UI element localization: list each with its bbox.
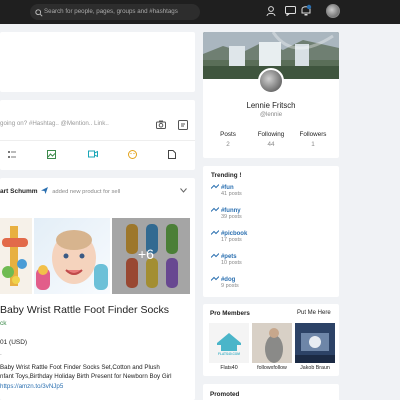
composer-input[interactable]: going on? #Hashtag.. @Mention.. Link..: [0, 120, 109, 127]
chevron-down-icon[interactable]: [180, 188, 187, 195]
member-name[interactable]: Flats40: [209, 365, 249, 371]
list-icon[interactable]: [8, 151, 16, 161]
product-description-line2: nfant Toys,Birthday Holiday Birth Presen…: [0, 373, 172, 380]
camera-icon[interactable]: [156, 120, 166, 131]
trending-count: 17 posts: [221, 237, 242, 243]
trending-icon: [210, 230, 220, 237]
post-author[interactable]: art Schumm: [0, 188, 38, 195]
profile-card: Lennie Fritsch @lennie Posts 2 Following…: [203, 32, 339, 158]
trending-item[interactable]: #funny 39 posts: [210, 207, 242, 220]
flats40-logo: [217, 333, 241, 351]
flats40-logo-text: FLATS40.COM: [218, 352, 240, 356]
search-input[interactable]: Search for people, pages, groups and #ha…: [30, 4, 200, 20]
search-icon: [35, 8, 43, 20]
trending-item[interactable]: #dog 9 posts: [210, 276, 239, 289]
price-dot: .: [0, 350, 2, 357]
trending-count: 41 posts: [221, 191, 242, 197]
chat-icon[interactable]: [285, 6, 296, 18]
trending-item[interactable]: #fun 41 posts: [210, 184, 242, 197]
trending-icon: [210, 207, 220, 214]
stat-followers[interactable]: Followers 1: [295, 131, 331, 148]
trending-item[interactable]: #picbook 17 posts: [210, 230, 247, 243]
post-card: art Schumm added new product for sell +6…: [0, 178, 195, 400]
profile-avatar[interactable]: [258, 68, 284, 94]
notifications-icon[interactable]: [300, 4, 312, 19]
product-image-more[interactable]: +6: [112, 218, 190, 294]
stat-value: 44: [267, 141, 275, 148]
post-header: art Schumm added new product for sell: [0, 187, 120, 196]
send-icon: [41, 187, 49, 196]
product-description-line1: Baby Wrist Rattle Foot Finder Socks Set,…: [0, 364, 160, 371]
avatar[interactable]: [326, 4, 340, 18]
member-followxfollow[interactable]: [252, 323, 292, 363]
top-bar: Search for people, pages, groups and #ha…: [0, 0, 400, 24]
trending-item[interactable]: #pets 10 posts: [210, 253, 242, 266]
stat-label: Following: [257, 131, 285, 138]
video-icon[interactable]: [88, 150, 98, 160]
profile-handle: @lennie: [259, 112, 283, 118]
trending-count: 9 posts: [221, 283, 239, 289]
trending-card: Trending ! #fun 41 posts #funny 39 posts…: [203, 166, 339, 297]
image-icon[interactable]: [47, 150, 56, 161]
feed-header-card: [0, 32, 195, 92]
member-name[interactable]: followxfollow: [250, 365, 294, 371]
profile-name[interactable]: Lennie Fritsch: [203, 101, 339, 110]
file-icon[interactable]: [168, 150, 176, 161]
trending-icon: [210, 276, 220, 283]
trending-icon: [210, 253, 220, 260]
trending-icon: [210, 184, 220, 191]
post-composer: going on? #Hashtag.. @Mention.. Link..: [0, 100, 195, 170]
product-price: 01 (USD): [0, 339, 28, 346]
pro-members-title: Pro Members: [210, 310, 250, 317]
stat-value: 2: [226, 141, 230, 148]
trending-count: 39 posts: [221, 214, 242, 220]
user-icon[interactable]: [266, 6, 276, 19]
product-image-baby[interactable]: [34, 218, 110, 294]
search-placeholder: Search for people, pages, groups and #ha…: [44, 8, 178, 15]
promoted-card: Promoted: [203, 384, 339, 400]
product-link[interactable]: https://amzn.to/3vNJp5: [0, 383, 63, 390]
put-me-here-link[interactable]: Put Me Here: [297, 310, 331, 316]
member-flats40[interactable]: FLATS40.COM: [209, 323, 249, 363]
promoted-title: Promoted: [210, 391, 240, 398]
product-title[interactable]: Baby Wrist Rattle Foot Finder Socks: [0, 304, 169, 316]
member-jakob-braun[interactable]: [295, 323, 335, 363]
stat-label: Followers: [299, 131, 327, 138]
product-image-1[interactable]: [0, 218, 32, 294]
sticker-icon[interactable]: [178, 120, 188, 132]
pro-members-card: Pro Members Put Me Here FLATS40.COM Flat…: [203, 304, 339, 376]
trending-count: 10 posts: [221, 260, 242, 266]
stat-value: 1: [311, 141, 315, 148]
feeling-icon[interactable]: [128, 150, 137, 161]
more-images-count: +6: [138, 246, 154, 262]
member-name[interactable]: Jakob Braun: [295, 365, 335, 371]
stat-following[interactable]: Following 44: [253, 131, 289, 148]
divider: [0, 140, 195, 141]
stat-posts[interactable]: Posts 2: [211, 131, 245, 148]
product-subtitle[interactable]: ck: [0, 320, 7, 327]
stat-label: Posts: [220, 131, 236, 138]
post-action: added new product for sell: [52, 189, 121, 196]
trending-title: Trending !: [211, 172, 242, 179]
